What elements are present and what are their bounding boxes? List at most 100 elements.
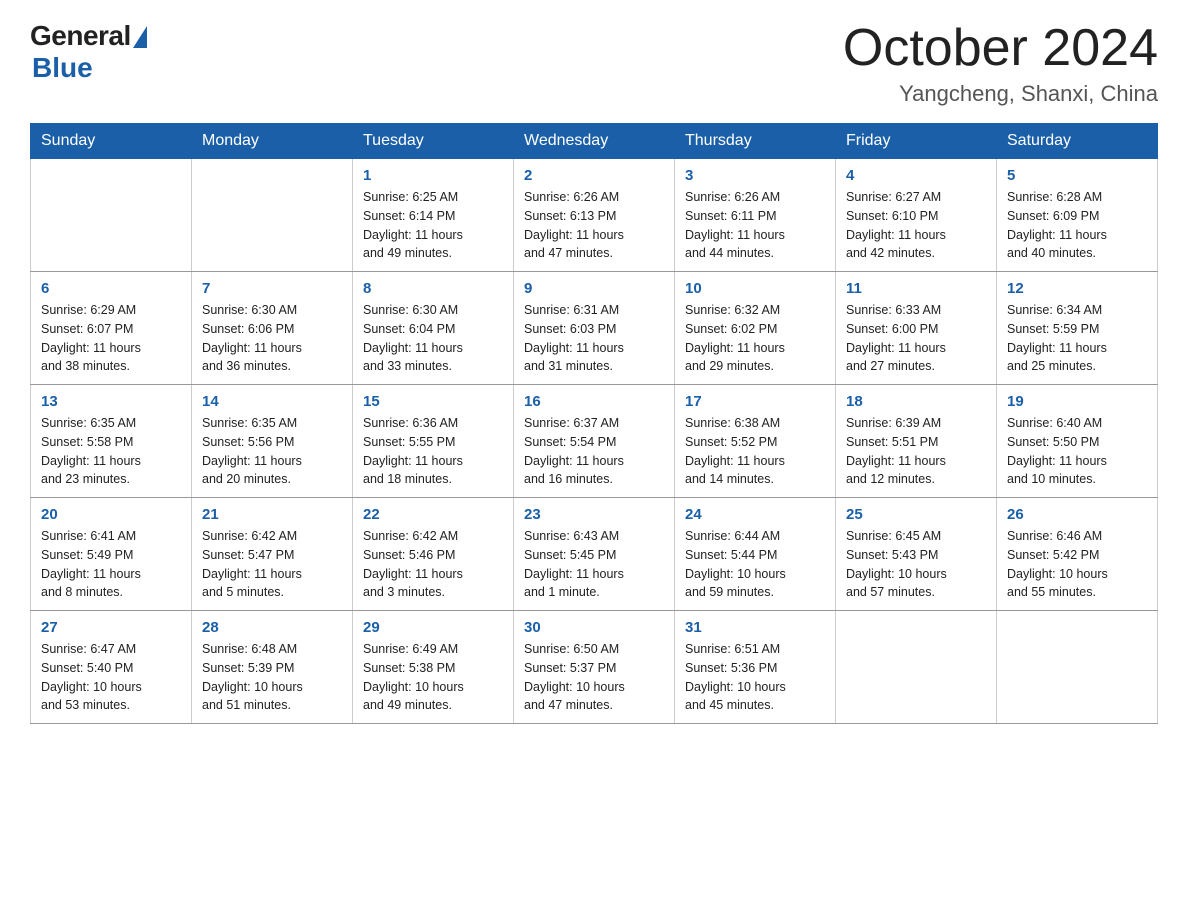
location-title: Yangcheng, Shanxi, China: [843, 81, 1158, 107]
calendar-cell: [31, 159, 192, 272]
day-info: Sunrise: 6:35 AM Sunset: 5:56 PM Dayligh…: [202, 414, 342, 489]
day-number: 17: [685, 393, 825, 410]
calendar-cell: 29 Sunrise: 6:49 AM Sunset: 5:38 PM Dayli…: [353, 611, 514, 724]
day-info: Sunrise: 6:40 AM Sunset: 5:50 PM Dayligh…: [1007, 414, 1147, 489]
calendar-cell: 15Sunrise: 6:36 AM Sunset: 5:55 PM Dayli…: [353, 385, 514, 498]
title-block: October 2024 Yangcheng, Shanxi, China: [843, 20, 1158, 107]
day-info: Sunrise: 6:38 AM Sunset: 5:52 PM Dayligh…: [685, 414, 825, 489]
day-info: Sunrise: 6:33 AM Sunset: 6:00 PM Dayligh…: [846, 301, 986, 376]
day-info: Sunrise: 6:51 AM Sunset: 5:36 PM Dayligh…: [685, 640, 825, 715]
calendar-header-friday: Friday: [836, 124, 997, 159]
day-number: 18: [846, 393, 986, 410]
calendar-cell: 18 Sunrise: 6:39 AM Sunset: 5:51 PM Dayli…: [836, 385, 997, 498]
calendar-cell: 27 Sunrise: 6:47 AM Sunset: 5:40 PM Dayli…: [31, 611, 192, 724]
day-info: Sunrise: 6:50 AM Sunset: 5:37 PM Dayligh…: [524, 640, 664, 715]
day-number: 31: [685, 619, 825, 636]
day-number: 21: [202, 506, 342, 523]
day-info: Sunrise: 6:34 AM Sunset: 5:59 PM Dayligh…: [1007, 301, 1147, 376]
day-number: 22: [363, 506, 503, 523]
month-title: October 2024: [843, 20, 1158, 77]
day-number: 19: [1007, 393, 1147, 410]
day-info: Sunrise: 6:32 AM Sunset: 6:02 PM Dayligh…: [685, 301, 825, 376]
page-header: General Blue October 2024 Yangcheng, Sha…: [30, 20, 1158, 107]
calendar-header-row: SundayMondayTuesdayWednesdayThursdayFrid…: [31, 124, 1158, 159]
day-info: Sunrise: 6:28 AM Sunset: 6:09 PM Dayligh…: [1007, 188, 1147, 263]
calendar-cell: 25Sunrise: 6:45 AM Sunset: 5:43 PM Dayli…: [836, 498, 997, 611]
day-info: Sunrise: 6:36 AM Sunset: 5:55 PM Dayligh…: [363, 414, 503, 489]
calendar-cell: 10 Sunrise: 6:32 AM Sunset: 6:02 PM Dayli…: [675, 272, 836, 385]
day-info: Sunrise: 6:42 AM Sunset: 5:46 PM Dayligh…: [363, 527, 503, 602]
logo-general-text: General: [30, 20, 131, 52]
calendar-cell: 9Sunrise: 6:31 AM Sunset: 6:03 PM Daylig…: [514, 272, 675, 385]
calendar-cell: 3Sunrise: 6:26 AM Sunset: 6:11 PM Daylig…: [675, 159, 836, 272]
day-number: 4: [846, 167, 986, 184]
day-number: 10: [685, 280, 825, 297]
calendar-cell: 22 Sunrise: 6:42 AM Sunset: 5:46 PM Dayli…: [353, 498, 514, 611]
calendar-cell: 8Sunrise: 6:30 AM Sunset: 6:04 PM Daylig…: [353, 272, 514, 385]
day-number: 20: [41, 506, 181, 523]
day-info: Sunrise: 6:42 AM Sunset: 5:47 PM Dayligh…: [202, 527, 342, 602]
day-number: 13: [41, 393, 181, 410]
calendar-cell: 31 Sunrise: 6:51 AM Sunset: 5:36 PM Dayli…: [675, 611, 836, 724]
day-info: Sunrise: 6:46 AM Sunset: 5:42 PM Dayligh…: [1007, 527, 1147, 602]
calendar-cell: 5 Sunrise: 6:28 AM Sunset: 6:09 PM Daylig…: [997, 159, 1158, 272]
calendar-cell: 28 Sunrise: 6:48 AM Sunset: 5:39 PM Dayli…: [192, 611, 353, 724]
calendar-header-tuesday: Tuesday: [353, 124, 514, 159]
calendar-week-row: 27 Sunrise: 6:47 AM Sunset: 5:40 PM Dayli…: [31, 611, 1158, 724]
calendar-cell: [997, 611, 1158, 724]
logo-triangle-icon: [133, 26, 147, 48]
day-number: 3: [685, 167, 825, 184]
logo-blue-text: Blue: [32, 52, 93, 84]
calendar-cell: 13 Sunrise: 6:35 AM Sunset: 5:58 PM Dayli…: [31, 385, 192, 498]
day-number: 26: [1007, 506, 1147, 523]
calendar-header-wednesday: Wednesday: [514, 124, 675, 159]
calendar-cell: 7 Sunrise: 6:30 AM Sunset: 6:06 PM Daylig…: [192, 272, 353, 385]
calendar-cell: 26 Sunrise: 6:46 AM Sunset: 5:42 PM Dayli…: [997, 498, 1158, 611]
day-info: Sunrise: 6:35 AM Sunset: 5:58 PM Dayligh…: [41, 414, 181, 489]
day-info: Sunrise: 6:30 AM Sunset: 6:06 PM Dayligh…: [202, 301, 342, 376]
day-number: 28: [202, 619, 342, 636]
day-number: 24: [685, 506, 825, 523]
day-info: Sunrise: 6:30 AM Sunset: 6:04 PM Dayligh…: [363, 301, 503, 376]
day-number: 27: [41, 619, 181, 636]
calendar-cell: 24 Sunrise: 6:44 AM Sunset: 5:44 PM Dayli…: [675, 498, 836, 611]
day-number: 5: [1007, 167, 1147, 184]
day-info: Sunrise: 6:48 AM Sunset: 5:39 PM Dayligh…: [202, 640, 342, 715]
day-number: 2: [524, 167, 664, 184]
day-info: Sunrise: 6:25 AM Sunset: 6:14 PM Dayligh…: [363, 188, 503, 263]
calendar-cell: 4 Sunrise: 6:27 AM Sunset: 6:10 PM Daylig…: [836, 159, 997, 272]
calendar-cell: 12 Sunrise: 6:34 AM Sunset: 5:59 PM Dayli…: [997, 272, 1158, 385]
day-info: Sunrise: 6:26 AM Sunset: 6:13 PM Dayligh…: [524, 188, 664, 263]
day-info: Sunrise: 6:39 AM Sunset: 5:51 PM Dayligh…: [846, 414, 986, 489]
calendar-cell: [836, 611, 997, 724]
calendar-cell: 16Sunrise: 6:37 AM Sunset: 5:54 PM Dayli…: [514, 385, 675, 498]
calendar-cell: 21 Sunrise: 6:42 AM Sunset: 5:47 PM Dayli…: [192, 498, 353, 611]
day-number: 7: [202, 280, 342, 297]
calendar-cell: 20Sunrise: 6:41 AM Sunset: 5:49 PM Dayli…: [31, 498, 192, 611]
day-number: 23: [524, 506, 664, 523]
day-info: Sunrise: 6:27 AM Sunset: 6:10 PM Dayligh…: [846, 188, 986, 263]
calendar-cell: [192, 159, 353, 272]
day-info: Sunrise: 6:29 AM Sunset: 6:07 PM Dayligh…: [41, 301, 181, 376]
day-number: 29: [363, 619, 503, 636]
day-number: 16: [524, 393, 664, 410]
day-info: Sunrise: 6:47 AM Sunset: 5:40 PM Dayligh…: [41, 640, 181, 715]
day-number: 9: [524, 280, 664, 297]
day-number: 14: [202, 393, 342, 410]
calendar-cell: 17 Sunrise: 6:38 AM Sunset: 5:52 PM Dayli…: [675, 385, 836, 498]
calendar-header-saturday: Saturday: [997, 124, 1158, 159]
calendar-header-thursday: Thursday: [675, 124, 836, 159]
day-info: Sunrise: 6:43 AM Sunset: 5:45 PM Dayligh…: [524, 527, 664, 602]
calendar-cell: 2 Sunrise: 6:26 AM Sunset: 6:13 PM Daylig…: [514, 159, 675, 272]
calendar-table: SundayMondayTuesdayWednesdayThursdayFrid…: [30, 123, 1158, 724]
calendar-cell: 14 Sunrise: 6:35 AM Sunset: 5:56 PM Dayli…: [192, 385, 353, 498]
day-number: 11: [846, 280, 986, 297]
calendar-cell: 19 Sunrise: 6:40 AM Sunset: 5:50 PM Dayli…: [997, 385, 1158, 498]
day-number: 1: [363, 167, 503, 184]
calendar-week-row: 1 Sunrise: 6:25 AM Sunset: 6:14 PM Daylig…: [31, 159, 1158, 272]
day-info: Sunrise: 6:44 AM Sunset: 5:44 PM Dayligh…: [685, 527, 825, 602]
calendar-cell: 6Sunrise: 6:29 AM Sunset: 6:07 PM Daylig…: [31, 272, 192, 385]
day-number: 25: [846, 506, 986, 523]
day-number: 12: [1007, 280, 1147, 297]
day-info: Sunrise: 6:49 AM Sunset: 5:38 PM Dayligh…: [363, 640, 503, 715]
